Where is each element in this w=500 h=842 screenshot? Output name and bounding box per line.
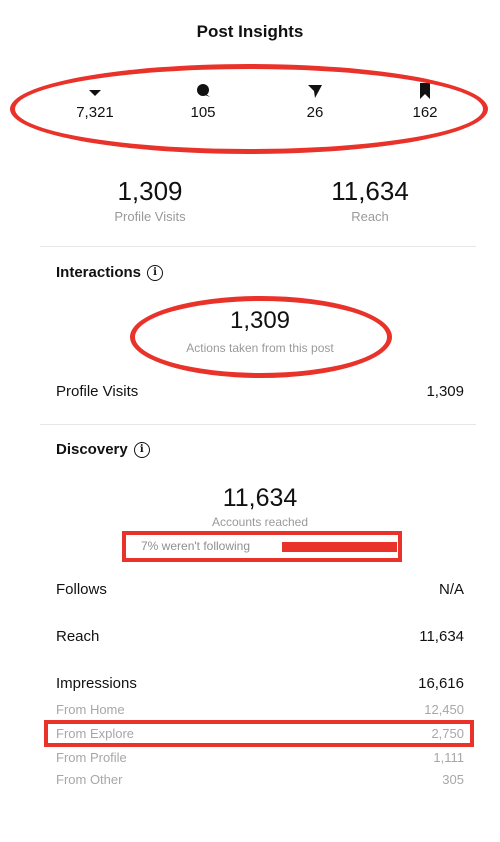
divider	[40, 246, 476, 247]
row-label: From Home	[56, 702, 125, 717]
row-label: Impressions	[56, 675, 137, 692]
row-value: 1,111	[433, 750, 464, 765]
discovery-value: 11,634	[222, 484, 298, 512]
row-label: Follows	[56, 581, 107, 598]
summary-reach-label: Reach	[351, 209, 389, 224]
row-label: From Other	[56, 772, 123, 787]
breakdown-row-other: From Other 305	[56, 772, 464, 787]
discovery-label: Accounts reached	[211, 515, 309, 529]
info-icon[interactable]: i	[147, 265, 164, 282]
row-label: From Profile	[56, 750, 127, 765]
interactions-value: 1,309	[229, 307, 291, 334]
row-label: From Explore	[56, 726, 135, 741]
discovery-heading: Discovery i	[56, 441, 150, 459]
discovery-note-text: 7% weren't following	[141, 539, 251, 553]
discovery-row-impressions: Impressions 16,616	[56, 675, 464, 692]
summary-profile-visits-label: Profile Visits	[114, 209, 186, 224]
redaction-bar	[282, 542, 397, 552]
discovery-row-follows: Follows N/A	[56, 581, 464, 598]
divider	[40, 424, 476, 425]
row-value: 16,616	[418, 675, 464, 692]
row-value: 1,309	[426, 383, 464, 400]
row-label: Reach	[56, 628, 100, 645]
summary-profile-visits: 1,309 Profile Visits	[90, 176, 210, 224]
interactions-heading: Interactions i	[56, 264, 164, 282]
discovery-summary: 11,634 Accounts reached	[150, 484, 370, 529]
row-value: N/A	[438, 581, 464, 598]
row-value: 11,634	[419, 628, 464, 645]
discovery-row-reach: Reach 11,634	[56, 628, 464, 645]
page-title: Post Insights	[196, 22, 304, 41]
annotation-ellipse-top	[10, 64, 488, 154]
interactions-heading-text: Interactions	[56, 264, 142, 281]
row-value: 12,450	[424, 702, 464, 717]
row-label: Profile Visits	[56, 383, 139, 400]
breakdown-row-home: From Home 12,450	[56, 702, 464, 717]
row-value: 2,750	[431, 726, 464, 741]
discovery-note: 7% weren't following	[141, 539, 250, 553]
breakdown-row-explore: From Explore 2,750	[56, 726, 464, 741]
summary-profile-visits-value: 1,309	[117, 176, 183, 206]
interactions-summary: 1,309 Actions taken from this post	[140, 307, 380, 355]
summary-reach: 11,634 Reach	[310, 176, 430, 224]
row-value: 305	[442, 772, 464, 787]
info-icon[interactable]: i	[133, 442, 150, 459]
discovery-heading-text: Discovery	[56, 441, 128, 458]
interactions-label: Actions taken from this post	[186, 341, 334, 355]
breakdown-row-profile: From Profile 1,111	[56, 750, 464, 765]
interactions-row-profile-visits: Profile Visits 1,309	[56, 383, 464, 400]
summary-reach-value: 11,634	[331, 176, 409, 206]
